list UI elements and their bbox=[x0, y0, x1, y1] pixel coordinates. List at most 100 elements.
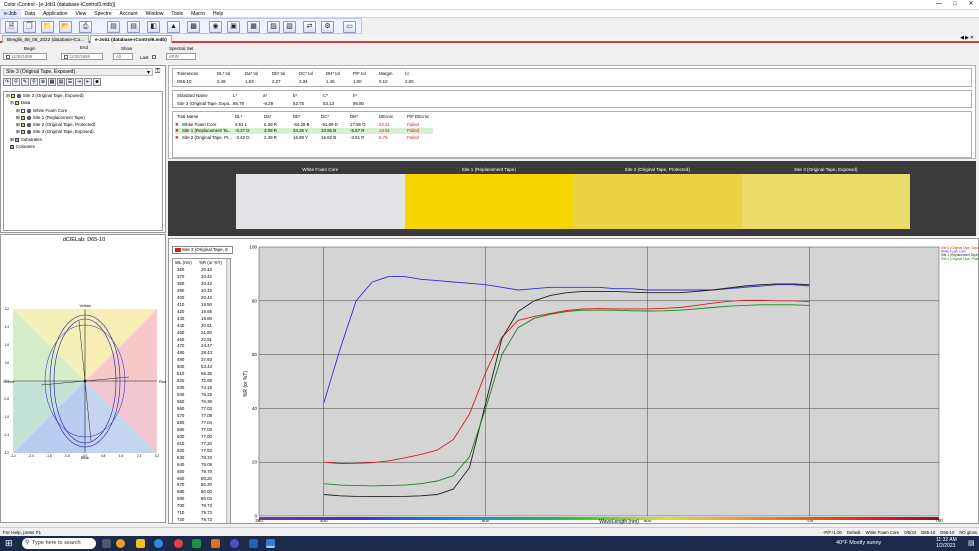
color-swatch[interactable] bbox=[236, 174, 405, 229]
color-icontrol-taskbar-icon[interactable] bbox=[266, 539, 275, 548]
excel-icon[interactable] bbox=[192, 539, 201, 548]
tree-node-site1[interactable]: ⊞ Site 1 (Replacement Tape) bbox=[16, 115, 85, 121]
tree-node-data[interactable]: ⊟ Data bbox=[10, 100, 30, 106]
close-icon[interactable]: ✕ bbox=[963, 0, 979, 10]
file-explorer-icon[interactable] bbox=[136, 539, 145, 548]
menu-ejob[interactable]: e-Job bbox=[0, 10, 21, 18]
open-folder-icon[interactable]: 📁 bbox=[41, 21, 54, 33]
menu-view[interactable]: View bbox=[72, 10, 91, 18]
wl-cell: 650 bbox=[177, 468, 185, 474]
menu-help[interactable]: Help bbox=[209, 10, 227, 18]
menu-data[interactable]: Data bbox=[21, 10, 40, 18]
color-swatch[interactable] bbox=[573, 174, 742, 229]
report-icon[interactable]: ▦ bbox=[247, 21, 260, 33]
reflectance-cell: 77.03 bbox=[201, 426, 212, 432]
standard-header: Standard Name bbox=[177, 93, 208, 98]
begin-date-field[interactable]: 12/30/1899 bbox=[3, 53, 47, 60]
task-view-icon[interactable] bbox=[102, 539, 111, 548]
adjust-icon[interactable]: ⚙ bbox=[321, 21, 334, 33]
print-icon[interactable]: ⎙ bbox=[79, 21, 92, 33]
reflectance-cell: 79.73 bbox=[201, 510, 212, 516]
selected-standard-combo[interactable]: Site 3 (Original Tape, Exposed) bbox=[3, 68, 153, 76]
color-swatch[interactable] bbox=[404, 174, 573, 229]
tab-controls[interactable]: ◀▶✕ bbox=[960, 35, 975, 41]
expand-icon[interactable]: ⊞ bbox=[16, 122, 20, 127]
color-swatch[interactable] bbox=[741, 174, 910, 229]
folder-icon bbox=[14, 100, 19, 105]
globe-icon[interactable]: ◉ bbox=[209, 21, 222, 33]
compare-icon[interactable]: ⇄ bbox=[303, 21, 316, 33]
weather-text[interactable]: 40°F Mostly sunny bbox=[836, 540, 881, 546]
end-checkbox[interactable] bbox=[64, 54, 68, 59]
tool-zoom-icon[interactable]: ⊕ bbox=[39, 78, 47, 86]
export-icon[interactable]: ▨ bbox=[267, 21, 280, 33]
menu-account[interactable]: Account bbox=[116, 10, 142, 18]
outlook-icon[interactable] bbox=[249, 539, 258, 548]
reflectance-cell: 66.35 bbox=[201, 371, 212, 377]
clock-date[interactable]: 1/2/2023 bbox=[936, 543, 955, 549]
wl-cell: 560 bbox=[177, 406, 185, 411]
measure-icon[interactable]: ▩ bbox=[187, 21, 200, 33]
monitor-icon[interactable]: ▭ bbox=[343, 21, 356, 33]
expand-icon[interactable]: ⊞ bbox=[16, 115, 20, 120]
tree-node-root[interactable]: ⊟ Site 3 (Original Tape, Exposed) bbox=[6, 93, 84, 99]
page-icon[interactable]: ▤ bbox=[127, 21, 140, 33]
menu-tools[interactable]: Tools bbox=[167, 10, 187, 18]
menu-spectro[interactable]: Spectro bbox=[90, 10, 115, 18]
tree-label: Data bbox=[20, 100, 31, 105]
menu-application[interactable]: Application bbox=[39, 10, 71, 18]
tree-node-colorants[interactable]: Colorants bbox=[10, 144, 35, 150]
folder-icon[interactable]: 📂 bbox=[59, 21, 72, 33]
document-icon[interactable]: ▤ bbox=[107, 21, 120, 33]
tool-edit-icon[interactable]: ✎ bbox=[21, 78, 29, 86]
tree-node-site2[interactable]: ⊞ Site 2 (Original Tape, Protected) bbox=[16, 122, 95, 128]
expand-icon[interactable]: ⊞ bbox=[16, 108, 20, 113]
tree-node-white-foam[interactable]: ⊞ White Foam Core bbox=[16, 108, 67, 114]
show-select[interactable]: All bbox=[113, 53, 133, 60]
tool-grid-icon[interactable]: ▦ bbox=[48, 78, 56, 86]
expand-icon[interactable]: ⊟ bbox=[10, 100, 14, 105]
tool-export-icon[interactable]: ⇥ bbox=[75, 78, 83, 86]
tree-node-site3[interactable]: ⊞ Site 3 (Original Tape, Exposed) bbox=[16, 129, 94, 135]
teams-icon[interactable] bbox=[230, 539, 239, 548]
notification-icon[interactable]: ▤ bbox=[968, 539, 975, 547]
wl-sample-select[interactable]: Site 3 (Original Tape, E bbox=[172, 246, 233, 254]
menu-macro[interactable]: Macro bbox=[187, 10, 209, 18]
tool-copy-icon[interactable]: ▤ bbox=[57, 78, 65, 86]
show-label: Show bbox=[121, 46, 133, 51]
begin-checkbox[interactable] bbox=[6, 54, 10, 59]
new-file-icon[interactable]: 🗎 bbox=[5, 21, 18, 33]
tool-list-icon[interactable]: ☰ bbox=[66, 78, 74, 86]
menu-window[interactable]: Window bbox=[142, 10, 168, 18]
expand-icon[interactable]: ⊞ bbox=[16, 129, 20, 134]
formula-icon[interactable]: ▣ bbox=[227, 21, 240, 33]
spectro-icon[interactable]: ▲ bbox=[167, 21, 180, 33]
tab-benglis[interactable]: Benglis_08_06_2022 (database-iCo... bbox=[2, 35, 89, 43]
maximize-icon[interactable]: □ bbox=[947, 0, 963, 10]
edge-browser-icon[interactable] bbox=[154, 539, 163, 548]
minimize-icon[interactable]: — bbox=[931, 0, 947, 10]
tool-search-icon[interactable]: ⚲ bbox=[12, 78, 20, 86]
taskbar-search[interactable]: ⚲ Type here to search bbox=[22, 538, 96, 549]
tool-import-icon[interactable]: ⇤ bbox=[84, 78, 92, 86]
new-job-icon[interactable]: 🗍 bbox=[23, 21, 36, 33]
tree-node-substrates[interactable]: ⊞ Substrates bbox=[10, 137, 42, 143]
tab-ejob1[interactable]: e-Job1 (database-iControl9.mdb) bbox=[90, 35, 172, 43]
spectral-set-select[interactable]: SPIN bbox=[166, 53, 196, 60]
expand-icon[interactable]: ⊟ bbox=[6, 93, 10, 98]
chart-icon[interactable]: ▧ bbox=[283, 21, 296, 33]
expand-icon[interactable]: ⊞ bbox=[10, 137, 14, 142]
black-white-icon[interactable]: ◧ bbox=[147, 21, 160, 33]
last-checkbox[interactable] bbox=[152, 55, 156, 59]
tool-person-icon[interactable]: ☻ bbox=[93, 78, 101, 86]
windows-start-icon[interactable]: ⊞ bbox=[5, 538, 13, 549]
dropdown-arrow-icon[interactable]: ▾ bbox=[147, 69, 150, 76]
tool-measure-icon[interactable]: ↷ bbox=[3, 78, 11, 86]
wl-table-scrollbar[interactable] bbox=[226, 259, 230, 523]
widgets-icon[interactable] bbox=[116, 539, 125, 548]
end-date-field[interactable]: 12/30/1899 bbox=[61, 53, 103, 60]
powerpoint-icon[interactable] bbox=[211, 539, 220, 548]
binoculars-icon[interactable]: ⚿ bbox=[155, 68, 160, 76]
tool-find-icon[interactable]: ⚲ bbox=[30, 78, 38, 86]
chrome-icon[interactable] bbox=[174, 539, 183, 548]
